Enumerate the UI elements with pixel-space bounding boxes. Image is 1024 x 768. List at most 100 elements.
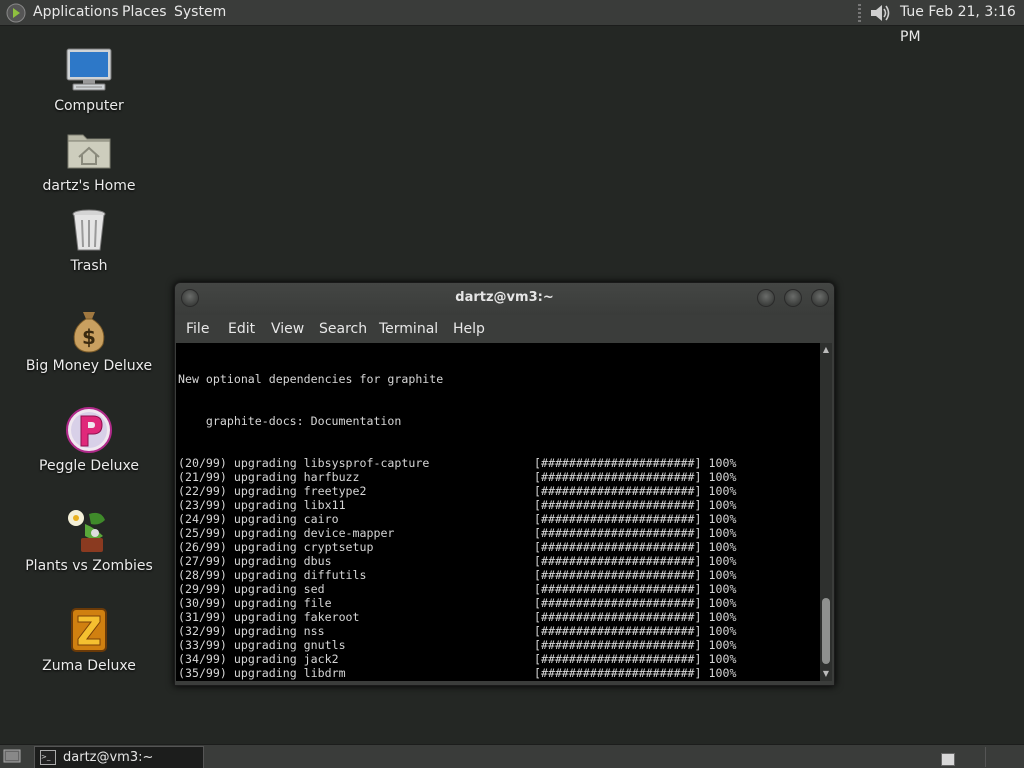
close-button[interactable] — [811, 289, 829, 307]
package-name: nss — [303, 624, 325, 638]
terminal-output[interactable]: New optional dependencies for graphite g… — [176, 343, 820, 681]
terminal-line: (31/99) upgrading fakeroot [#############… — [178, 610, 736, 624]
desktop-icon-trash[interactable]: Trash — [14, 206, 164, 274]
upgrade-step: (28/99) — [178, 568, 227, 582]
panel-handle[interactable] — [858, 4, 861, 22]
desktop-icon-label: Trash — [70, 258, 108, 274]
menu-help[interactable]: Help — [453, 315, 485, 343]
upgrade-action: upgrading — [233, 582, 297, 596]
desktop-icon-label: dartz's Home — [42, 178, 136, 194]
upgrade-action: upgrading — [233, 568, 297, 582]
upgrade-step: (20/99) — [178, 456, 227, 470]
progress-percent: 100% — [708, 512, 737, 526]
package-name: jack2 — [303, 652, 339, 666]
package-name: mesa — [304, 680, 534, 681]
package-name: cryptsetup — [303, 540, 374, 554]
maximize-button[interactable] — [784, 289, 802, 307]
progress-percent: 100% — [708, 568, 737, 582]
terminal-line: (28/99) upgrading diffutils [############… — [178, 568, 736, 582]
scroll-up-arrow-icon[interactable]: ▲ — [820, 345, 832, 355]
upgrade-action: upgrading — [233, 498, 297, 512]
desktop-icon-label: Computer — [54, 98, 124, 114]
progress-percent: 100% — [708, 498, 737, 512]
progress-bar: [######################] — [534, 498, 702, 512]
desktop-icon-pvz[interactable]: Plants vs Zombies — [14, 506, 164, 574]
package-name: device-mapper — [303, 526, 395, 540]
desktop-icon-label: Zuma Deluxe — [42, 658, 136, 674]
scrollbar-thumb[interactable] — [822, 598, 830, 664]
gnome-foot-icon[interactable] — [6, 3, 26, 23]
terminal-line: (30/99) upgrading file [#################… — [178, 596, 736, 610]
progress-bar: [######################] — [534, 652, 702, 666]
computer-icon — [66, 48, 112, 91]
upgrade-step: (30/99) — [178, 596, 227, 610]
menu-applications[interactable]: Applications — [33, 0, 119, 25]
progress-bar: [######################] — [534, 638, 702, 652]
menu-places[interactable]: Places — [122, 0, 167, 25]
desktop-icon-big-money[interactable]: $ Big Money Deluxe — [14, 306, 164, 374]
clock[interactable]: Tue Feb 21, 3:16 PM — [900, 0, 1024, 50]
menu-file[interactable]: File — [186, 315, 209, 343]
desktop-icon-computer[interactable]: Computer — [14, 46, 164, 114]
upgrade-step: (25/99) — [178, 526, 227, 540]
scroll-down-arrow-icon[interactable]: ▼ — [820, 669, 832, 679]
minimize-button[interactable] — [757, 289, 775, 307]
progress-percent: 100% — [708, 554, 737, 568]
upgrade-action: upgrading — [233, 652, 297, 666]
desktop-icon-home[interactable]: dartz's Home — [14, 126, 164, 194]
desktop-icon-peggle[interactable]: Peggle Deluxe — [14, 406, 164, 474]
progress-percent: 100% — [708, 582, 737, 596]
menu-system[interactable]: System — [174, 0, 226, 25]
terminal-line: (32/99) upgrading nss [##################… — [178, 624, 736, 638]
terminal-menubar: File Edit View Search Terminal Help — [175, 315, 834, 343]
upgrade-step: (29/99) — [178, 582, 227, 596]
progress-percent: 100% — [708, 638, 737, 652]
window-titlebar[interactable]: dartz@vm3:~ — [175, 283, 834, 315]
menu-edit[interactable]: Edit — [228, 315, 255, 343]
scrollbar[interactable]: ▲ ▼ — [820, 343, 832, 681]
taskbar-item-label: dartz@vm3:~ — [63, 750, 154, 765]
progress-bar: [######################] — [534, 512, 702, 526]
taskbar-item-terminal[interactable]: >_ dartz@vm3:~ — [34, 746, 204, 768]
upgrade-step: (32/99) — [178, 624, 227, 638]
menu-search[interactable]: Search — [319, 315, 367, 343]
upgrade-step: (33/99) — [178, 638, 227, 652]
show-desktop-icon[interactable] — [3, 748, 21, 765]
desktop-icon-zuma[interactable]: Zuma Deluxe — [14, 606, 164, 674]
trash-icon — [72, 209, 106, 251]
progress-bar: [######################] — [534, 596, 702, 610]
progress-percent: 100% — [709, 680, 737, 681]
desktop: Applications Places System Tue Feb 21, 3… — [0, 0, 1024, 768]
package-name: dbus — [303, 554, 332, 568]
progress-percent: 100% — [708, 540, 737, 554]
desktop-icon-label: Plants vs Zombies — [25, 558, 153, 574]
menu-view[interactable]: View — [271, 315, 304, 343]
desktop-icon-label: Big Money Deluxe — [25, 358, 153, 374]
package-name: libdrm — [303, 666, 346, 680]
home-folder-icon — [67, 134, 111, 169]
panel-separator — [985, 747, 986, 767]
package-name: harfbuzz — [303, 470, 360, 484]
progress-bar: [######################] — [534, 568, 702, 582]
workspace-switcher-icon[interactable] — [941, 753, 955, 766]
upgrade-step: (24/99) — [178, 512, 227, 526]
package-name: freetype2 — [303, 484, 367, 498]
top-panel: Applications Places System Tue Feb 21, 3… — [0, 0, 1024, 45]
progress-percent: 100% — [708, 624, 737, 638]
desktop-icon-label: Peggle Deluxe — [39, 458, 139, 474]
progress-bar: [######################] — [534, 470, 702, 484]
speaker-icon[interactable] — [868, 2, 892, 24]
plants-vs-zombies-icon — [68, 510, 105, 552]
progress-bar: [######################] — [534, 456, 702, 470]
terminal-window[interactable]: dartz@vm3:~ File Edit View Search Termin… — [174, 282, 835, 686]
upgrade-step: (35/99) — [178, 666, 227, 680]
upgrade-action: upgrading — [233, 610, 297, 624]
package-name: diffutils — [303, 568, 367, 582]
terminal-line: (33/99) upgrading gnutls [###############… — [178, 638, 736, 652]
menu-terminal[interactable]: Terminal — [379, 315, 438, 343]
terminal-line: graphite-docs: Documentation — [178, 414, 402, 428]
terminal-line: (29/99) upgrading sed [##################… — [178, 582, 736, 596]
upgrade-action: upgrading — [234, 680, 297, 681]
upgrade-step: (27/99) — [178, 554, 227, 568]
upgrade-step: (21/99) — [178, 470, 227, 484]
